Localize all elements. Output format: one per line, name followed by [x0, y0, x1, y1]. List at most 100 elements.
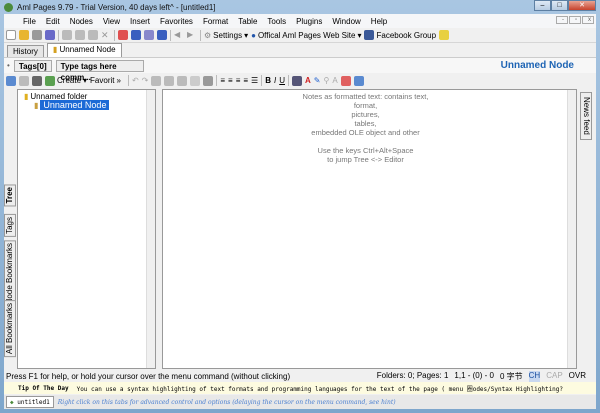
- close-button[interactable]: ✕: [568, 0, 596, 11]
- menu-plugins[interactable]: Plugins: [291, 17, 327, 26]
- tab-all-bookmarks[interactable]: All Bookmarks: [4, 300, 16, 358]
- save-icon[interactable]: [32, 30, 42, 40]
- calendar-icon[interactable]: [118, 30, 128, 40]
- insert-date-icon[interactable]: [340, 75, 351, 86]
- app-window: Aml Pages 9.79 - Trial Version, 40 days …: [0, 0, 600, 413]
- import-icon[interactable]: [157, 30, 167, 40]
- tree-panel: ▮ Unnamed folder ▮ Unnamed Node: [17, 89, 156, 369]
- tab-node-bookmarks[interactable]: Node Bookmarks: [4, 240, 16, 308]
- mdi-minimize-button[interactable]: -: [556, 16, 568, 24]
- menu-table[interactable]: Table: [233, 17, 262, 26]
- tab-news-feed[interactable]: News feed: [580, 92, 592, 140]
- status-position: 1,1 - (0) - 0: [454, 370, 494, 380]
- tip-icon[interactable]: [439, 30, 450, 40]
- collapse-icon[interactable]: •: [7, 61, 10, 70]
- font-color-icon[interactable]: A: [305, 76, 311, 85]
- maximize-button[interactable]: □: [551, 0, 568, 11]
- favorites-button[interactable]: Favorit »: [90, 76, 121, 85]
- align-right-icon[interactable]: ≡: [236, 76, 241, 85]
- menu-nodes[interactable]: Nodes: [65, 17, 98, 26]
- view-icon[interactable]: [19, 75, 29, 86]
- mdi-restore-button[interactable]: ▫: [569, 16, 581, 24]
- title-bar: Aml Pages 9.79 - Trial Version, 40 days …: [0, 0, 600, 14]
- menu-window[interactable]: Window: [327, 17, 365, 26]
- delete-icon[interactable]: ✕: [101, 30, 111, 40]
- insert-icon[interactable]: [353, 75, 364, 86]
- status-cap: CAP: [546, 370, 563, 380]
- folder-icon: ▮: [24, 92, 29, 101]
- edit-icon[interactable]: [6, 75, 16, 86]
- find-icon[interactable]: [32, 75, 42, 86]
- underline-button[interactable]: U: [279, 76, 285, 85]
- new-icon[interactable]: [6, 30, 16, 40]
- undo-icon[interactable]: ↶: [132, 76, 139, 85]
- tags-input[interactable]: Type tags here comm...: [55, 59, 144, 82]
- status-ch: CH: [528, 370, 541, 382]
- tags-button[interactable]: Tags[0]: [13, 59, 52, 72]
- paste-icon[interactable]: [177, 75, 188, 86]
- copy-icon[interactable]: [164, 75, 175, 86]
- facebook-button[interactable]: Facebook Group: [364, 30, 436, 40]
- find-icon[interactable]: [203, 75, 214, 86]
- menu-help[interactable]: Help: [366, 17, 392, 26]
- settings-button[interactable]: ⚙ Settings ▾: [204, 31, 248, 40]
- back-icon[interactable]: ◀: [174, 30, 184, 40]
- menu-edit[interactable]: Edit: [41, 17, 65, 26]
- menu-bar: File Edit Nodes View Insert Favorites Fo…: [4, 14, 596, 28]
- align-center-icon[interactable]: ≡: [228, 76, 233, 85]
- mdi-close-button[interactable]: x: [582, 16, 594, 24]
- cut-icon[interactable]: [151, 75, 162, 86]
- redo-icon[interactable]: ↷: [142, 76, 149, 85]
- align-left-icon[interactable]: ≡: [220, 76, 225, 85]
- editor-scrollbar[interactable]: [567, 90, 576, 368]
- tree-scrollbar[interactable]: [146, 90, 155, 368]
- window-title: Aml Pages 9.79 - Trial Version, 40 days …: [17, 2, 216, 12]
- website-button[interactable]: ● Offical Aml Pages Web Site ▾: [251, 31, 361, 40]
- document-tabs: ◆ untitled1 Right click on this tabs for…: [4, 395, 596, 409]
- open-icon[interactable]: [19, 30, 29, 40]
- menu-format[interactable]: Format: [198, 17, 233, 26]
- export-icon[interactable]: [131, 30, 141, 40]
- minimize-button[interactable]: –: [534, 0, 551, 11]
- forward-icon[interactable]: ▶: [187, 30, 197, 40]
- format-painter-icon[interactable]: [190, 75, 201, 86]
- create-icon: [45, 75, 55, 86]
- document-tab[interactable]: ◆ untitled1: [6, 396, 54, 408]
- tree-node[interactable]: ▮ Unnamed Node: [34, 100, 110, 110]
- create-label: Create: [57, 76, 82, 85]
- menu-favorites[interactable]: Favorites: [155, 17, 198, 26]
- status-chars: 0 字节: [499, 371, 523, 381]
- node-title: Unnamed Node: [500, 60, 574, 71]
- tab-unnamed-node[interactable]: ▮ Unnamed Node: [46, 43, 122, 57]
- editor-area[interactable]: Notes as formatted text: contains text, …: [162, 89, 577, 369]
- copy-icon[interactable]: [75, 30, 85, 40]
- link-icon[interactable]: ⚲: [323, 76, 329, 85]
- tip-title: Tip Of The Day: [18, 384, 69, 392]
- justify-icon[interactable]: ≡: [243, 76, 248, 85]
- tab-tags[interactable]: Tags: [4, 214, 16, 237]
- cut-icon[interactable]: [62, 30, 72, 40]
- menu-tools[interactable]: Tools: [262, 17, 291, 26]
- main-toolbar: ✕ ◀ ▶ ⚙ Settings ▾ ● Offical Aml Pages Web…: [4, 28, 596, 43]
- create-button[interactable]: Create ▾: [45, 75, 87, 86]
- clear-format-icon[interactable]: A: [332, 76, 337, 85]
- menu-view[interactable]: View: [98, 17, 125, 26]
- menu-file[interactable]: File: [18, 17, 41, 26]
- gear-icon: ⚙: [204, 30, 212, 40]
- print-icon[interactable]: [45, 30, 55, 40]
- style-icon[interactable]: [292, 75, 302, 86]
- bold-button[interactable]: B: [265, 76, 271, 85]
- facebook-icon: [364, 30, 375, 40]
- list-icon[interactable]: ☰: [251, 76, 258, 85]
- italic-button[interactable]: I: [274, 76, 276, 85]
- editor-hint-line: embedded OLE object and other: [311, 128, 420, 137]
- facebook-label: Facebook Group: [376, 30, 437, 40]
- tab-tree[interactable]: Tree: [4, 184, 16, 207]
- highlight-icon[interactable]: ✎: [314, 76, 321, 85]
- paste-icon[interactable]: [88, 30, 98, 40]
- tab-history[interactable]: History: [7, 45, 44, 57]
- side-tabs: Tree Tags Node Bookmarks All Bookmarks: [4, 88, 17, 369]
- security-icon[interactable]: [144, 30, 154, 40]
- menu-insert[interactable]: Insert: [125, 17, 155, 26]
- tip-of-the-day: Tip Of The Day You can use a syntax high…: [4, 382, 596, 394]
